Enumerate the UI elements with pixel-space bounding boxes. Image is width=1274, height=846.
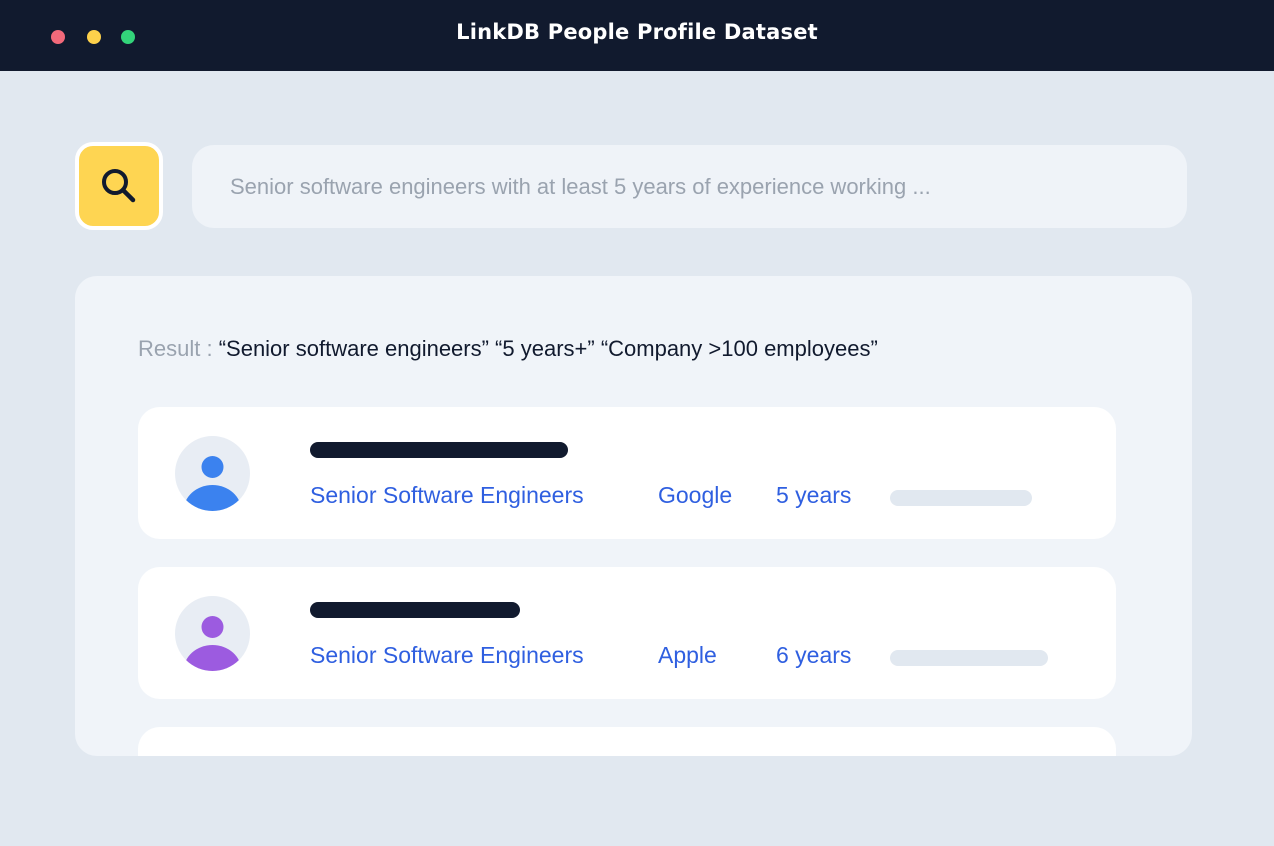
profile-years: 5 years (776, 482, 852, 508)
window-title: LinkDB People Profile Dataset (456, 20, 818, 44)
profile-card[interactable]: Senior Software Engineers Google 5 years (138, 407, 1116, 539)
search-icon (102, 169, 136, 203)
detail-placeholder-bar (890, 490, 1032, 506)
profile-role[interactable]: Senior Software Engineers (310, 482, 584, 509)
profile-years: 6 years (776, 642, 852, 668)
name-placeholder-bar (310, 442, 568, 458)
search-input[interactable] (192, 145, 1187, 228)
title-bar: LinkDB People Profile Dataset (0, 0, 1274, 71)
profile-company[interactable]: Google (658, 482, 732, 509)
user-icon (183, 616, 242, 671)
profile-role[interactable]: Senior Software Engineers (310, 642, 584, 669)
result-label: Result : (138, 336, 219, 361)
search-button[interactable] (75, 142, 163, 230)
detail-placeholder-bar (890, 650, 1048, 666)
avatar (175, 596, 250, 671)
result-query: “Senior software engineers” “5 years+” “… (218, 336, 878, 361)
avatar (175, 436, 250, 511)
name-placeholder-bar (310, 602, 520, 618)
profile-card[interactable]: Senior Software Engineers Apple 6 years (138, 567, 1116, 699)
results-panel: Result : “Senior software engineers” “5 … (75, 276, 1192, 756)
profile-company[interactable]: Apple (658, 642, 717, 669)
profile-card[interactable] (138, 727, 1116, 756)
result-summary: Result : “Senior software engineers” “5 … (138, 336, 878, 362)
user-icon (183, 456, 242, 511)
